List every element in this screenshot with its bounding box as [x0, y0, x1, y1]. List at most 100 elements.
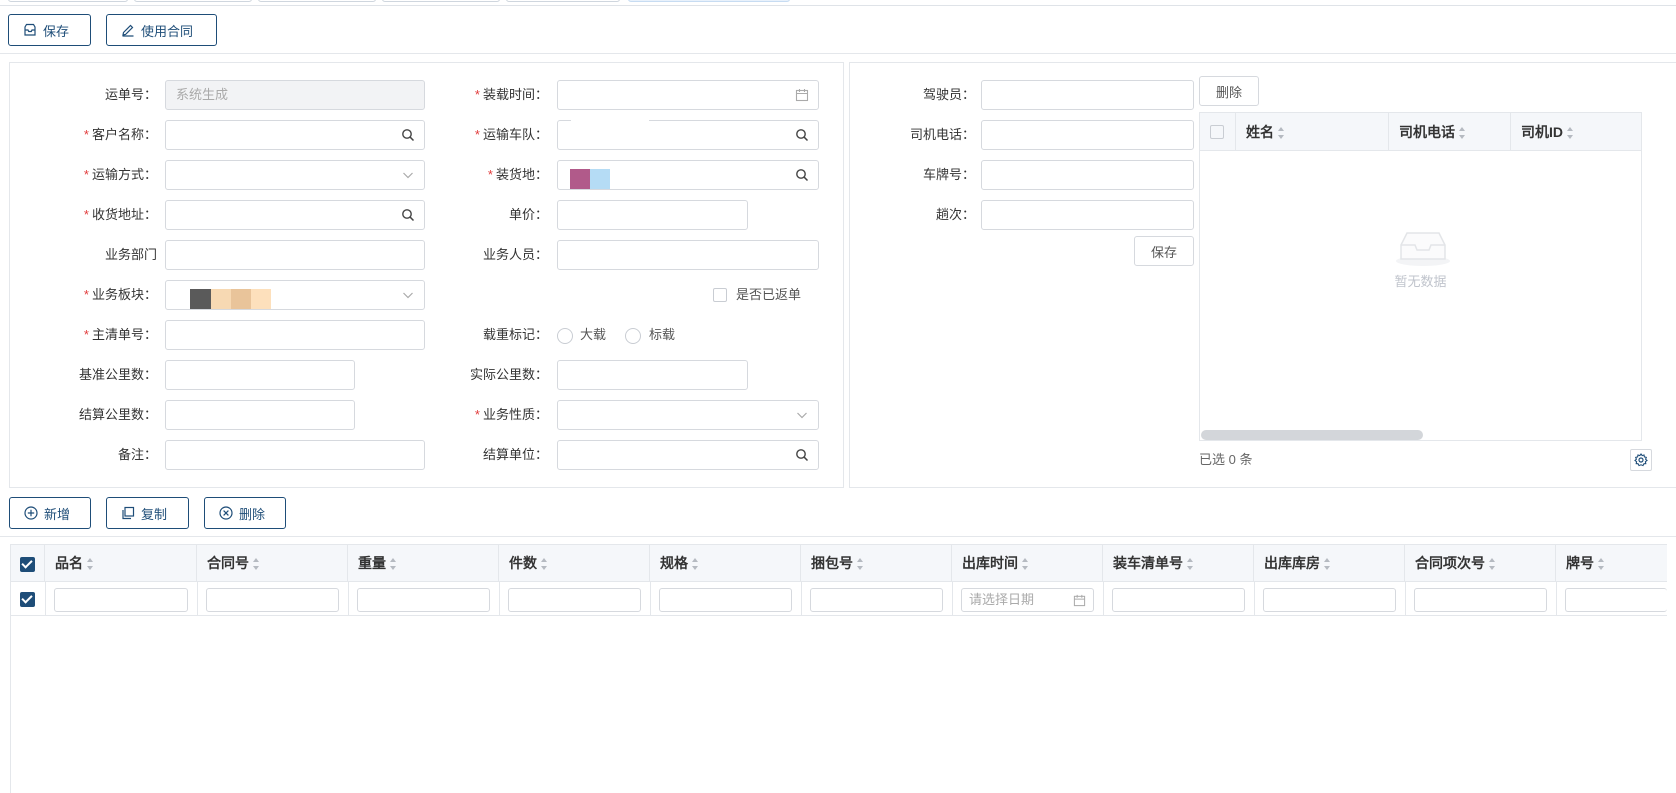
load-time-datepicker[interactable]	[557, 80, 819, 110]
sort-icon[interactable]	[1598, 558, 1605, 571]
tab-active[interactable]	[628, 0, 790, 2]
returned-checkbox[interactable]	[713, 288, 727, 302]
load-place-input[interactable]	[557, 160, 819, 190]
column-header-outbound-time[interactable]: 出库时间	[952, 545, 1103, 581]
tab[interactable]	[8, 0, 128, 2]
table-settings-button[interactable]	[1630, 449, 1652, 471]
sort-icon[interactable]	[390, 558, 397, 571]
tab[interactable]	[382, 0, 500, 2]
driver-name-input[interactable]	[981, 80, 1194, 110]
tab[interactable]	[258, 0, 376, 2]
driver-delete-button[interactable]: 删除	[1199, 76, 1259, 106]
salesperson-input[interactable]	[557, 240, 819, 270]
remark-input[interactable]	[165, 440, 425, 470]
redacted-value	[231, 289, 251, 309]
sort-icon[interactable]	[541, 558, 548, 571]
spec-cell-input[interactable]	[659, 588, 792, 612]
tab[interactable]	[134, 0, 252, 2]
sort-icon[interactable]	[1567, 127, 1574, 140]
search-icon[interactable]	[795, 168, 809, 182]
unit-price-label: 单价：	[508, 207, 548, 222]
contract-item-no-cell-input[interactable]	[1414, 588, 1547, 612]
column-header-contract-no[interactable]: 合同号	[197, 545, 348, 581]
sort-icon[interactable]	[1278, 127, 1285, 140]
actual-km-input[interactable]	[557, 360, 748, 390]
sort-icon[interactable]	[87, 558, 94, 571]
redacted-value	[211, 289, 231, 309]
pieces-cell-input[interactable]	[508, 588, 641, 612]
sort-icon[interactable]	[1459, 127, 1466, 140]
unit-price-input[interactable]	[557, 200, 748, 230]
select-all-checkbox[interactable]	[1210, 125, 1224, 139]
transport-mode-select[interactable]	[165, 160, 425, 190]
calendar-icon[interactable]	[795, 88, 809, 102]
settle-unit-input[interactable]	[557, 440, 819, 470]
trips-input[interactable]	[981, 200, 1194, 230]
column-header-grade[interactable]: 牌号	[1556, 545, 1667, 581]
horizontal-scrollbar[interactable]	[1201, 430, 1423, 440]
weight-cell-input[interactable]	[357, 588, 490, 612]
column-header-warehouse[interactable]: 出库库房	[1254, 545, 1405, 581]
outbound-time-datepicker[interactable]: 请选择日期	[961, 588, 1094, 612]
copy-icon	[122, 506, 135, 520]
sort-icon[interactable]	[1022, 558, 1029, 571]
column-header-spec[interactable]: 规格	[650, 545, 801, 581]
select-all-checkbox[interactable]	[20, 557, 35, 572]
contract-no-cell-input[interactable]	[206, 588, 339, 612]
column-header-pieces[interactable]: 件数	[499, 545, 650, 581]
grade-cell-input[interactable]	[1565, 588, 1667, 612]
sort-icon[interactable]	[857, 558, 864, 571]
search-icon[interactable]	[401, 208, 415, 222]
sort-icon[interactable]	[1324, 558, 1331, 571]
business-dept-input[interactable]	[165, 240, 425, 270]
loading-list-no-cell-input[interactable]	[1112, 588, 1245, 612]
calendar-icon[interactable]	[1073, 594, 1086, 607]
load-mark-std-label: 标载	[649, 327, 676, 342]
delete-row-button[interactable]: 删除	[204, 497, 286, 529]
search-icon[interactable]	[795, 128, 809, 142]
column-header-contract-item-no[interactable]: 合同项次号	[1405, 545, 1556, 581]
sort-icon[interactable]	[1489, 558, 1496, 571]
row-checkbox[interactable]	[20, 592, 35, 607]
tab-strip	[0, 0, 1676, 6]
sort-icon[interactable]	[692, 558, 699, 571]
plate-no-input[interactable]	[981, 160, 1194, 190]
driver-table-header: 姓名 司机电话 司机ID	[1200, 113, 1641, 151]
column-header-product[interactable]: 品名	[45, 545, 197, 581]
search-icon[interactable]	[795, 448, 809, 462]
sort-icon[interactable]	[1187, 558, 1194, 571]
use-contract-button[interactable]: 使用合同	[106, 14, 217, 46]
product-cell-input[interactable]	[54, 588, 188, 612]
bundle-no-cell-input[interactable]	[810, 588, 943, 612]
redacted-value	[251, 289, 271, 309]
master-order-no-label: * 主清单号：	[83, 327, 157, 342]
sort-icon[interactable]	[253, 558, 260, 571]
column-header-name[interactable]: 姓名	[1236, 113, 1389, 151]
tab[interactable]	[506, 0, 620, 2]
master-order-no-input[interactable]	[165, 320, 425, 350]
load-mark-std-radio[interactable]	[625, 328, 641, 344]
column-header-weight[interactable]: 重量	[348, 545, 499, 581]
settle-km-input[interactable]	[165, 400, 355, 430]
driver-save-button[interactable]: 保存	[1134, 236, 1194, 266]
business-nature-select[interactable]	[557, 400, 819, 430]
divider	[0, 53, 1676, 54]
table-row: 请选择日期	[11, 582, 1667, 616]
column-header-bundle-no[interactable]: 捆包号	[801, 545, 952, 581]
receive-address-input[interactable]	[165, 200, 425, 230]
copy-row-button[interactable]: 复制	[106, 497, 189, 529]
add-row-button[interactable]: 新增	[9, 497, 91, 529]
base-km-input[interactable]	[165, 360, 355, 390]
warehouse-cell-input[interactable]	[1263, 588, 1396, 612]
load-mark-big-radio[interactable]	[557, 328, 573, 344]
column-header-loading-list-no[interactable]: 装车清单号	[1103, 545, 1254, 581]
customer-name-input[interactable]	[165, 120, 425, 150]
search-icon[interactable]	[401, 128, 415, 142]
business-segment-select[interactable]	[165, 280, 425, 310]
column-header-phone[interactable]: 司机电话	[1389, 113, 1511, 151]
waybill-no-input[interactable]: 系统生成	[165, 80, 425, 110]
save-button[interactable]: 保存	[8, 14, 91, 46]
column-header-driver-id[interactable]: 司机ID	[1511, 113, 1643, 151]
driver-phone-input[interactable]	[981, 120, 1194, 150]
transport-fleet-input[interactable]	[557, 120, 819, 150]
